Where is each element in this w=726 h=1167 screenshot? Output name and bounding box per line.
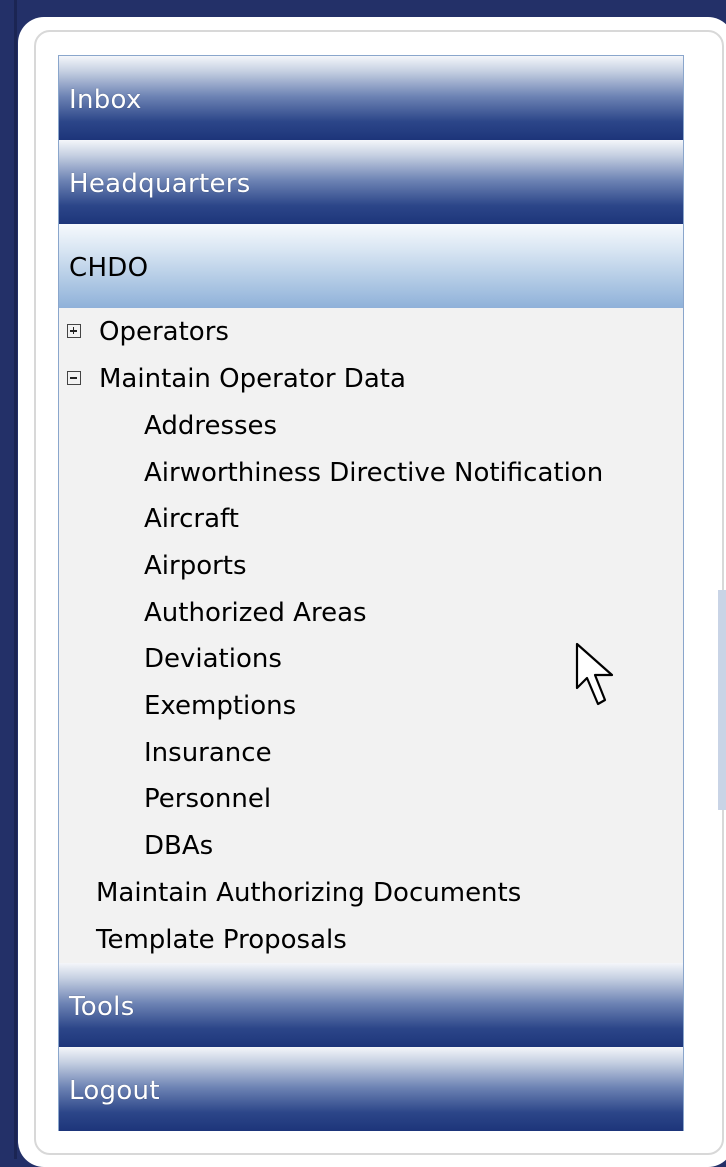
accordion-menu: Inbox Headquarters CHDO Operators Mainta… [58,55,684,1131]
menu-header-logout-label: Logout [69,1076,160,1106]
menu-header-tools[interactable]: Tools [59,963,683,1047]
tree-item-operators[interactable]: Operators [99,314,229,350]
tree-item-maintain-authorizing-documents[interactable]: Maintain Authorizing Documents [96,875,521,911]
tree-item-insurance[interactable]: Insurance [144,735,272,771]
expand-icon[interactable] [67,324,81,338]
menu-header-headquarters[interactable]: Headquarters [59,140,683,224]
menu-header-logout[interactable]: Logout [59,1047,683,1131]
menu-header-headquarters-label: Headquarters [69,169,251,199]
tree-item-personnel[interactable]: Personnel [144,781,271,817]
app-window: Inbox Headquarters CHDO Operators Mainta… [0,0,726,1167]
tree-item-authorized-areas[interactable]: Authorized Areas [144,595,367,631]
tree-item-airports[interactable]: Airports [144,548,247,584]
menu-header-chdo-label: CHDO [69,253,149,283]
menu-header-tools-label: Tools [69,992,135,1022]
tree-item-addresses[interactable]: Addresses [144,408,277,444]
mouse-pointer-icon [575,642,614,706]
tree-item-maintain-operator-data[interactable]: Maintain Operator Data [99,361,406,397]
tree-item-dbas[interactable]: DBAs [144,828,213,864]
tree-item-deviations[interactable]: Deviations [144,641,282,677]
tree-item-airworthiness-directive-notification[interactable]: Airworthiness Directive Notification [144,455,603,491]
menu-header-inbox-label: Inbox [69,85,142,115]
collapse-icon[interactable] [67,371,81,385]
tree-item-aircraft[interactable]: Aircraft [144,501,239,537]
tree-item-exemptions[interactable]: Exemptions [144,688,296,724]
menu-header-chdo[interactable]: CHDO [59,224,683,308]
tree-item-template-proposals[interactable]: Template Proposals [96,922,347,958]
menu-header-inbox[interactable]: Inbox [59,56,683,140]
background-content-strip [718,590,726,810]
left-edge-divider [14,0,17,1159]
